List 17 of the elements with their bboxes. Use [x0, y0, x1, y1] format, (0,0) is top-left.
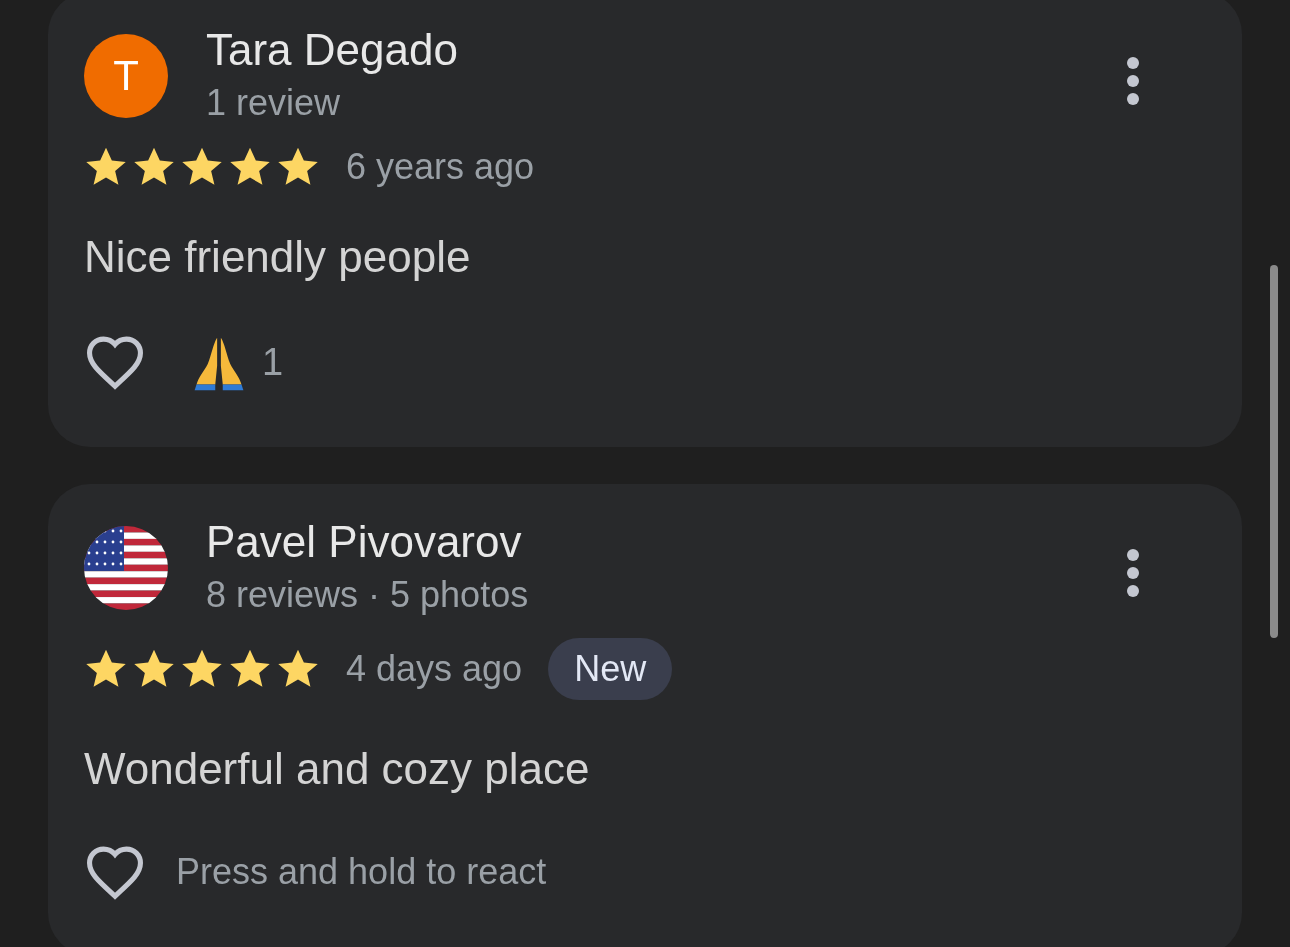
heart-icon[interactable] [84, 844, 146, 900]
reviewer-name[interactable]: Tara Degado [206, 22, 1088, 78]
review-text: Nice friendly people [84, 232, 472, 282]
review-time: 4 days ago [346, 648, 523, 690]
reviewer-name[interactable]: Pavel Pivovarov [206, 514, 1088, 570]
new-badge: New [548, 638, 673, 700]
reaction-count: 1 [262, 340, 284, 384]
more-options-icon[interactable] [1126, 56, 1140, 106]
reviewer-stats: 1 review [206, 81, 342, 125]
more-options-icon[interactable] [1126, 548, 1140, 598]
review-time: 6 years ago [346, 146, 535, 188]
review-text: Wonderful and cozy place [84, 744, 591, 794]
heart-icon[interactable] [84, 334, 146, 390]
react-hint: Press and hold to react [176, 851, 547, 893]
reviewer-stats: 8 reviews · 5 photos [206, 573, 530, 617]
flag-avatar[interactable] [84, 526, 168, 610]
scrollbar[interactable] [1270, 265, 1278, 638]
